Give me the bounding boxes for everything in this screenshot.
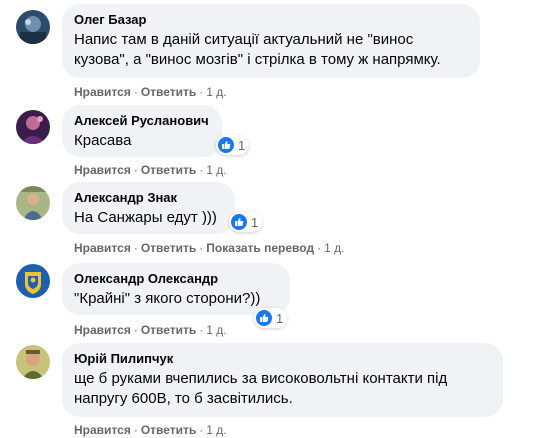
- comment-text: ще б руками вчепились за високовольтні к…: [74, 370, 448, 407]
- avatar[interactable]: [16, 110, 50, 144]
- avatar[interactable]: [16, 264, 50, 298]
- separator: ·: [199, 323, 204, 337]
- reaction-badge[interactable]: 1: [254, 308, 288, 328]
- like-button[interactable]: Нравится: [74, 323, 131, 337]
- comment-actions: Нравится · Ответить · 1 д.: [74, 422, 227, 438]
- separator: ·: [133, 163, 138, 177]
- like-reaction-icon: [256, 310, 272, 326]
- comment-actions: Нравится · Ответить · Показать перевод · 1 д.: [74, 240, 344, 256]
- comment-bubble: Александр Знак На Санжары едут ))): [62, 182, 235, 234]
- comment-actions: Нравится · Ответить · 1 д.: [74, 162, 227, 178]
- separator: ·: [133, 85, 138, 99]
- separator: ·: [199, 241, 204, 255]
- timestamp[interactable]: 1 д.: [206, 323, 226, 337]
- like-button[interactable]: Нравится: [74, 423, 131, 437]
- reaction-badge[interactable]: 1: [229, 212, 263, 232]
- reply-button[interactable]: Ответить: [141, 423, 196, 437]
- separator: ·: [133, 241, 138, 255]
- like-reaction-icon: [231, 214, 247, 230]
- reply-button[interactable]: Ответить: [141, 241, 196, 255]
- comment-text: Напис там в даній ситуації актуальний не…: [74, 31, 441, 68]
- comment-author[interactable]: Олександр Олександр: [74, 271, 278, 287]
- comment-text: На Санжары едут ))): [74, 209, 217, 226]
- reaction-count: 1: [251, 214, 259, 230]
- separator: ·: [133, 423, 138, 437]
- avatar[interactable]: [16, 345, 50, 379]
- avatar[interactable]: [16, 10, 50, 44]
- comment-author[interactable]: Олег Базар: [74, 12, 468, 28]
- avatar[interactable]: [16, 186, 50, 220]
- reaction-count: 1: [276, 310, 284, 326]
- like-button[interactable]: Нравится: [74, 163, 131, 177]
- comment-author[interactable]: Юрій Пилипчук: [74, 351, 491, 367]
- comment-text: Красава: [74, 132, 132, 149]
- comment-actions: Нравится · Ответить · 1 д.: [74, 322, 227, 338]
- timestamp[interactable]: 1 д.: [206, 163, 226, 177]
- comment-bubble: Алексей Русланович Красава: [62, 105, 222, 157]
- timestamp[interactable]: 1 д.: [206, 85, 226, 99]
- reply-button[interactable]: Ответить: [141, 323, 196, 337]
- separator: ·: [317, 241, 322, 255]
- separator: ·: [199, 163, 204, 177]
- like-button[interactable]: Нравится: [74, 241, 131, 255]
- separator: ·: [133, 323, 138, 337]
- separator: ·: [199, 85, 204, 99]
- like-button[interactable]: Нравится: [74, 85, 131, 99]
- reply-button[interactable]: Ответить: [141, 85, 196, 99]
- comment-bubble: Олег Базар Напис там в даній ситуації ак…: [62, 4, 480, 78]
- comment-bubble: Юрій Пилипчук ще б руками вчепились за в…: [62, 343, 503, 417]
- comment-actions: Нравится · Ответить · 1 д.: [74, 84, 227, 100]
- comment-text: "Крайні" з якого сторони?)): [74, 290, 261, 307]
- comment-author[interactable]: Александр Знак: [74, 190, 223, 206]
- separator: ·: [199, 423, 204, 437]
- timestamp[interactable]: 1 д.: [206, 423, 226, 437]
- reply-button[interactable]: Ответить: [141, 163, 196, 177]
- show-translation-button[interactable]: Показать перевод: [206, 241, 314, 255]
- like-reaction-icon: [218, 137, 234, 153]
- reaction-badge[interactable]: 1: [216, 135, 250, 155]
- timestamp[interactable]: 1 д.: [324, 241, 344, 255]
- comment-author[interactable]: Алексей Русланович: [74, 113, 210, 129]
- comment-bubble: Олександр Олександр "Крайні" з якого сто…: [62, 263, 290, 315]
- reaction-count: 1: [238, 137, 246, 153]
